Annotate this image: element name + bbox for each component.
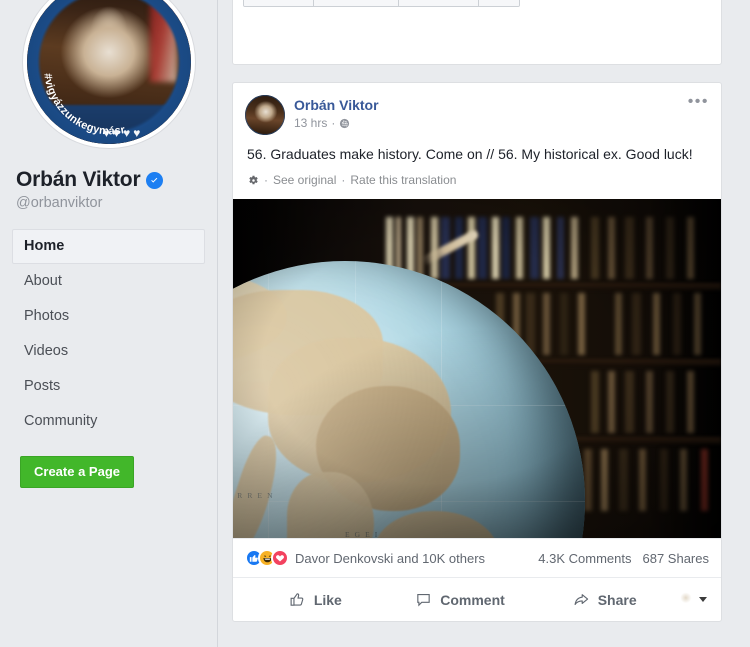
reactions-summary[interactable]: Davor Denkovski and 10K others	[295, 551, 485, 566]
post-more-options-button[interactable]: •••	[688, 94, 709, 110]
sidebar-item-home[interactable]: Home	[12, 229, 205, 264]
sidebar-item-about[interactable]: About	[12, 264, 205, 299]
post-author-name[interactable]: Orbán Viktor	[294, 96, 379, 114]
page-share-label: Share	[430, 0, 466, 1]
post-timestamp-row: 13 hrs ·	[294, 115, 379, 131]
post-timestamp[interactable]: 13 hrs	[294, 115, 327, 131]
page-like-label: Like	[275, 0, 301, 1]
sidebar-item-community[interactable]: Community	[12, 404, 205, 439]
share-as-selector[interactable]	[677, 591, 711, 608]
post-header: Orbán Viktor 13 hrs · •••	[233, 83, 721, 135]
profile-name-text: Orbán Viktor	[16, 168, 141, 191]
love-reaction-icon	[271, 549, 289, 567]
translation-separator: ·	[264, 173, 268, 187]
main-column: Like Follow Share •••	[218, 0, 750, 647]
sidebar-item-videos[interactable]: Videos	[12, 334, 205, 369]
page-follow-label: Follow	[345, 0, 386, 1]
post-stats: Davor Denkovski and 10K others 4.3K Comm…	[233, 538, 721, 577]
page-follow-button[interactable]: Follow	[314, 0, 400, 6]
profile-avatar-image: #vigyázzunkegymásra! ♥ ♥ ♥ ♥	[22, 0, 195, 148]
translation-row: · See original · Rate this translation	[233, 164, 721, 199]
shares-count[interactable]: 687 Shares	[643, 551, 710, 566]
reaction-icons[interactable]	[245, 549, 289, 567]
post-share-button[interactable]: Share	[532, 585, 677, 614]
thumbs-up-outline-icon	[290, 593, 304, 606]
sidebar-item-posts[interactable]: Posts	[12, 369, 205, 404]
verified-badge-icon	[146, 171, 164, 189]
page-title: Orbán Viktor	[16, 168, 205, 192]
post-author-avatar[interactable]	[245, 95, 285, 135]
post-action-bar: Like Comment Share	[233, 577, 721, 621]
page-more-options-button[interactable]: •••	[479, 0, 520, 6]
profile-photo	[26, 0, 191, 144]
chevron-down-icon	[699, 597, 708, 602]
page-action-bar: Like Follow Share •••	[232, 0, 722, 65]
page-share-button[interactable]: Share	[399, 0, 480, 6]
post-share-label: Share	[597, 591, 637, 608]
sidebar-item-photos[interactable]: Photos	[12, 299, 205, 334]
rate-translation-link[interactable]: Rate this translation	[350, 173, 456, 187]
left-sidebar: #vigyázzunkegymásra! ♥ ♥ ♥ ♥ Orbán Vikto…	[0, 0, 218, 647]
translation-separator: ·	[341, 173, 346, 187]
post-like-label: Like	[313, 591, 342, 608]
globe-icon	[339, 118, 350, 129]
post-card: Orbán Viktor 13 hrs · ••• 56. Graduates …	[232, 82, 722, 622]
post-meta: Orbán Viktor 13 hrs ·	[294, 95, 379, 131]
post-like-button[interactable]: Like	[243, 585, 388, 614]
comment-bubble-icon	[417, 593, 430, 607]
page-action-buttons: Like Follow Share •••	[243, 0, 521, 7]
see-original-link[interactable]: See original	[273, 173, 336, 187]
share-arrow-outline-icon	[574, 594, 588, 606]
post-comment-label: Comment	[440, 591, 505, 608]
sidebar-nav: Home About Photos Videos Posts Community	[12, 229, 205, 439]
post-separator: ·	[331, 116, 336, 130]
current-user-avatar	[677, 591, 695, 608]
shelf-row	[379, 217, 721, 279]
post-avatar-frame	[245, 95, 285, 135]
page-like-button[interactable]: Like	[244, 0, 315, 6]
post-comment-button[interactable]: Comment	[388, 585, 533, 614]
facebook-page: #vigyázzunkegymásra! ♥ ♥ ♥ ♥ Orbán Vikto…	[0, 0, 750, 647]
profile-handle: @orbanviktor	[16, 195, 103, 211]
post-photo[interactable]: O L D A Z I T E N G E R T I R R E N J O …	[233, 199, 721, 538]
create-a-page-button[interactable]: Create a Page	[20, 456, 134, 488]
post-text: 56. Graduates make history. Come on // 5…	[247, 146, 693, 162]
profile-picture[interactable]: #vigyázzunkegymásra! ♥ ♥ ♥ ♥	[22, 0, 195, 148]
gear-icon[interactable]	[247, 174, 259, 186]
stats-counts: 4.3K Comments 687 Shares	[538, 551, 709, 566]
comments-count[interactable]: 4.3K Comments	[538, 551, 631, 566]
